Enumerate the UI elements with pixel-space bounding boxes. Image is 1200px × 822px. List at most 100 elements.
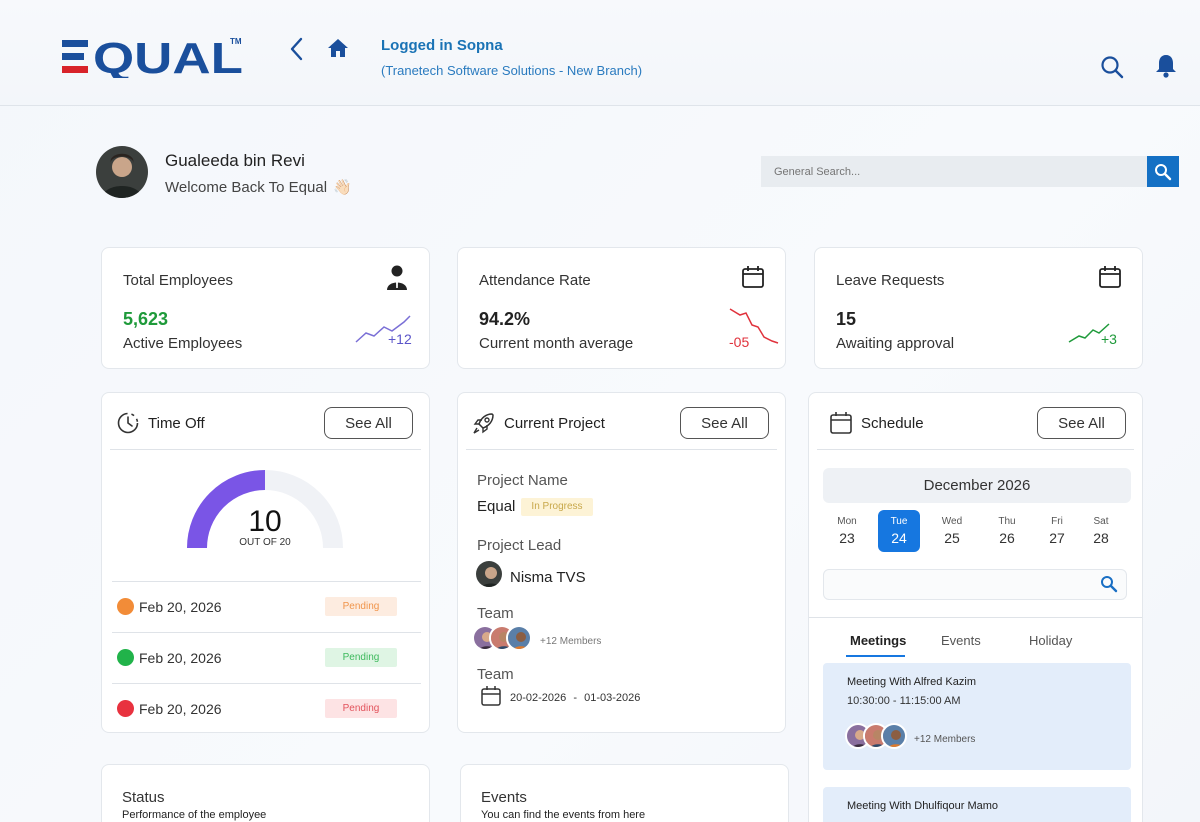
day-date: 25 [944,530,960,546]
time-off-date: Feb 20, 2026 [139,599,222,615]
day-name: Fri [1051,516,1063,527]
general-search-input[interactable] [761,156,1147,187]
time-off-row[interactable]: Feb 20, 2026 Pending [112,581,421,632]
svg-text:TM: TM [230,37,242,46]
schedule-panel: Schedule See All December 2026 Mon 23 Tue… [808,392,1143,822]
card-subtitle: You can find the events from here [481,809,646,821]
clock-icon [117,412,139,434]
time-off-row[interactable]: Feb 20, 2026 Pending [112,683,421,734]
bell-icon[interactable] [1154,53,1178,79]
search-icon[interactable] [1100,575,1118,593]
see-all-button[interactable]: See All [1037,407,1126,439]
search-icon[interactable] [1100,55,1124,79]
time-off-date: Feb 20, 2026 [139,650,222,666]
status-dot [117,649,134,666]
home-icon[interactable] [327,37,349,59]
stat-title: Leave Requests [836,272,945,289]
see-all-button[interactable]: See All [680,407,769,439]
schedule-month[interactable]: December 2026 [823,468,1131,503]
stat-delta: -05 [729,334,750,350]
date-separator: - [573,692,578,704]
stat-value: 15 [836,309,857,329]
calendar-icon [1099,266,1121,288]
stat-delta: +12 [388,331,412,347]
stat-subtitle: Current month average [479,335,634,352]
card-title: Status [122,789,165,806]
branch-name: (Tranetech Software Solutions - New Bran… [381,63,643,78]
divider [110,449,421,450]
meeting-card[interactable]: Meeting With Alfred Kazim 10:30:00 - 11:… [823,663,1131,770]
status-dot [117,598,134,615]
card-subtitle: Performance of the employee [122,809,267,821]
stat-title: Total Employees [123,272,234,289]
status-badge: Pending [325,699,397,718]
panel-title: Current Project [504,415,605,432]
project-name: Equal [477,498,516,515]
project-lead-label: Project Lead [477,537,562,554]
logged-in-user: Logged in Sopna [381,37,503,54]
stat-card-attendance-rate: Attendance Rate 94.2% Current month aver… [457,247,786,369]
welcome-message: Welcome Back To Equal 👋🏻 [165,178,352,196]
welcome-text: Welcome Back To Equal [165,179,328,196]
avatar [474,559,504,589]
gauge-out-of: OUT OF 20 [239,537,291,548]
status-card: Status Performance of the employee [101,764,430,822]
day-thu[interactable]: Thu 26 [986,510,1028,552]
meeting-title: Meeting With Dhulfiqour Mamo [847,800,999,812]
equal-logo[interactable]: QUAL TM [60,36,250,78]
time-off-row[interactable]: Feb 20, 2026 Pending [112,632,421,683]
time-off-date: Feb 20, 2026 [139,701,222,717]
day-wed[interactable]: Wed 25 [931,510,973,552]
day-date: 23 [839,530,855,546]
person-icon [387,265,407,290]
day-name: Mon [837,516,857,527]
tab-holiday[interactable]: Holiday [1029,633,1072,648]
day-date: 26 [999,530,1015,546]
day-fri[interactable]: Fri 27 [1036,510,1078,552]
day-name: Thu [998,516,1016,527]
divider [466,449,777,450]
calendar-icon [481,686,501,706]
divider [809,617,1142,618]
project-start-date: 20-02-2026 [510,692,567,704]
wave-emoji: 👋🏻 [333,179,352,196]
top-bar: QUAL TM Logged in Sopna (Tranetech Softw… [0,0,1200,106]
project-name-label: Project Name [477,472,568,489]
calendar-icon [742,266,764,288]
svg-text:QUAL: QUAL [93,36,243,78]
rocket-icon [473,413,494,434]
team-member-count: +12 Members [540,636,602,647]
meeting-title: Meeting With Alfred Kazim [847,676,976,688]
search-icon [1155,163,1172,180]
general-search-button[interactable] [1147,156,1179,187]
user-avatar[interactable] [96,146,148,198]
stat-subtitle: Active Employees [123,335,243,352]
see-all-button[interactable]: See All [324,407,413,439]
stat-value: 5,623 [123,309,169,329]
panel-title: Schedule [861,415,924,432]
meeting-card[interactable]: Meeting With Dhulfiqour Mamo [823,787,1131,822]
team-dates-label: Team [477,666,514,683]
day-date: 28 [1093,530,1109,546]
status-badge: Pending [325,597,397,616]
day-name: Wed [941,516,963,527]
stat-card-total-employees: Total Employees 5,623 Active Employees +… [101,247,430,369]
current-project-panel: Current Project See All Project Name Equ… [457,392,786,733]
schedule-search-input[interactable] [823,569,1127,600]
day-name: Sat [1093,516,1109,527]
day-sat[interactable]: Sat 28 [1080,510,1122,552]
status-badge: Pending [325,648,397,667]
day-date: 27 [1049,530,1065,546]
project-end-date: 01-03-2026 [584,692,641,704]
team-label: Team [477,605,514,622]
stat-title: Attendance Rate [479,272,591,289]
day-date: 24 [891,530,907,546]
day-name: Tue [890,516,908,527]
back-arrow-icon[interactable] [287,36,307,62]
tab-meetings[interactable]: Meetings [850,633,906,648]
stat-card-leave-requests: Leave Requests 15 Awaiting approval +3 [814,247,1143,369]
meeting-member-count: +12 Members [914,734,976,745]
tab-events[interactable]: Events [941,633,981,648]
day-mon[interactable]: Mon 23 [826,510,868,552]
day-tue-selected[interactable]: Tue 24 [878,510,920,552]
